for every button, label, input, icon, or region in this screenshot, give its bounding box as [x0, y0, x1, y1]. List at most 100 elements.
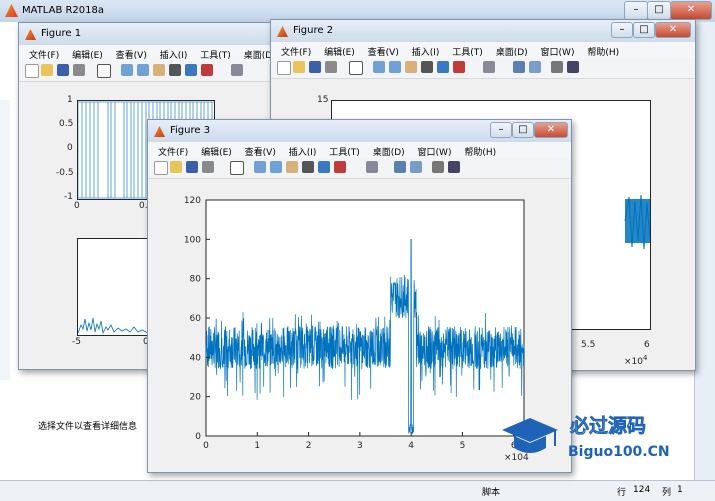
legend-icon[interactable]	[529, 61, 541, 73]
status-row-value: 124	[633, 485, 651, 495]
link-plot-icon[interactable]	[231, 64, 243, 76]
menu-tools[interactable]: 工具(T)	[200, 48, 231, 61]
fig1-ytick: -0.5	[56, 168, 74, 178]
data-cursor-icon[interactable]	[437, 61, 449, 73]
colorbar-icon[interactable]	[394, 161, 406, 173]
pointer-icon[interactable]	[97, 64, 111, 78]
zoom-in-icon[interactable]	[254, 161, 266, 173]
hide-plot-tools-icon[interactable]	[551, 61, 563, 73]
menu-file[interactable]: 文件(F)	[281, 45, 311, 58]
watermark-latin-text: Biguo100.CN	[568, 444, 670, 460]
pan-icon[interactable]	[405, 61, 417, 73]
fig1-ytick: 0.5	[59, 119, 74, 129]
menu-view[interactable]: 查看(V)	[116, 48, 147, 61]
fig3-close-button[interactable]: ✕	[534, 122, 568, 138]
fig3-xtick-label: 2	[306, 441, 312, 451]
menu-window[interactable]: 窗口(W)	[541, 45, 575, 58]
print-icon[interactable]	[73, 64, 85, 76]
fig3-plot-area	[205, 199, 525, 437]
open-folder-icon[interactable]	[293, 61, 305, 73]
pan-icon[interactable]	[286, 161, 298, 173]
right-panel-strip	[694, 22, 715, 480]
menu-file[interactable]: 文件(F)	[29, 48, 59, 61]
show-plot-tools-icon[interactable]	[567, 61, 579, 73]
menu-file[interactable]: 文件(F)	[158, 145, 188, 158]
figure-1-titlebar[interactable]: Figure 1	[19, 23, 277, 45]
print-icon[interactable]	[325, 61, 337, 73]
zoom-out-icon[interactable]	[137, 64, 149, 76]
fig2-minimize-button[interactable]: –	[611, 22, 633, 38]
new-figure-icon[interactable]	[277, 61, 291, 75]
menu-help[interactable]: 帮助(H)	[464, 145, 496, 158]
brush-icon[interactable]	[453, 61, 465, 73]
main-maximize-button[interactable]: □	[647, 1, 671, 20]
rotate-icon[interactable]	[302, 161, 314, 173]
menu-desktop[interactable]: 桌面(D)	[496, 45, 528, 58]
left-panel-strip	[0, 100, 10, 380]
fig2-close-button[interactable]: ✕	[655, 22, 691, 38]
data-cursor-icon[interactable]	[318, 161, 330, 173]
figure-1-title: Figure 1	[41, 28, 82, 39]
zoom-in-icon[interactable]	[121, 64, 133, 76]
new-figure-icon[interactable]	[25, 64, 39, 78]
save-icon[interactable]	[57, 64, 69, 76]
open-folder-icon[interactable]	[41, 64, 53, 76]
show-plot-tools-icon[interactable]	[448, 161, 460, 173]
pointer-icon[interactable]	[349, 61, 363, 75]
matlab-logo-icon	[5, 4, 18, 17]
figure-3-titlebar[interactable]: Figure 3 – □ ✕	[148, 120, 571, 142]
fig1-ytick: 0	[67, 143, 73, 153]
fig2-maximize-button[interactable]: □	[633, 22, 655, 38]
new-figure-icon[interactable]	[154, 161, 168, 175]
menu-tools[interactable]: 工具(T)	[452, 45, 483, 58]
fig2-ytick: 15	[317, 95, 329, 105]
colorbar-icon[interactable]	[513, 61, 525, 73]
save-icon[interactable]	[309, 61, 321, 73]
figure-2-title: Figure 2	[293, 25, 334, 36]
main-close-button[interactable]: ✕	[670, 1, 712, 20]
print-icon[interactable]	[202, 161, 214, 173]
open-folder-icon[interactable]	[170, 161, 182, 173]
fig3-xtick-label: 4	[408, 441, 414, 451]
link-plot-icon[interactable]	[483, 61, 495, 73]
figure-3-title: Figure 3	[170, 125, 211, 136]
menu-tools[interactable]: 工具(T)	[329, 145, 360, 158]
fig3-maximize-button[interactable]: □	[512, 122, 534, 138]
pan-icon[interactable]	[153, 64, 165, 76]
status-col-value: 1	[677, 485, 683, 495]
brush-icon[interactable]	[201, 64, 213, 76]
menu-view[interactable]: 查看(V)	[245, 145, 276, 158]
fig2-xtick: 5.5	[581, 340, 596, 350]
menu-edit[interactable]: 编辑(E)	[324, 45, 355, 58]
menu-insert[interactable]: 插入(I)	[289, 145, 317, 158]
fig2-x-exponent: ×104	[624, 354, 648, 367]
rotate-icon[interactable]	[421, 61, 433, 73]
zoom-out-icon[interactable]	[389, 61, 401, 73]
hide-plot-tools-icon[interactable]	[432, 161, 444, 173]
menu-window[interactable]: 窗口(W)	[418, 145, 452, 158]
status-bar: 脚本 行 124 列 1	[0, 480, 715, 501]
menu-insert[interactable]: 插入(I)	[412, 45, 440, 58]
menu-desktop[interactable]: 桌面(D)	[373, 145, 405, 158]
fig3-minimize-button[interactable]: –	[490, 122, 512, 138]
link-plot-icon[interactable]	[366, 161, 378, 173]
rotate-icon[interactable]	[169, 64, 181, 76]
fig3-ytick-label: 120	[184, 196, 201, 206]
menu-edit[interactable]: 编辑(E)	[72, 48, 103, 61]
pointer-icon[interactable]	[230, 161, 244, 175]
status-mode: 脚本	[482, 488, 501, 498]
figure-2-titlebar[interactable]: Figure 2 – □ ✕	[271, 20, 695, 42]
zoom-out-icon[interactable]	[270, 161, 282, 173]
brush-icon[interactable]	[334, 161, 346, 173]
main-minimize-button[interactable]: –	[624, 1, 648, 20]
data-cursor-icon[interactable]	[185, 64, 197, 76]
menu-insert[interactable]: 插入(I)	[160, 48, 188, 61]
zoom-in-icon[interactable]	[373, 61, 385, 73]
menu-view[interactable]: 查看(V)	[368, 45, 399, 58]
save-icon[interactable]	[186, 161, 198, 173]
watermark-chinese-text: 必过源码	[569, 414, 646, 437]
figure-2-toolbar	[271, 58, 695, 79]
menu-help[interactable]: 帮助(H)	[587, 45, 619, 58]
legend-icon[interactable]	[410, 161, 422, 173]
menu-edit[interactable]: 编辑(E)	[201, 145, 232, 158]
